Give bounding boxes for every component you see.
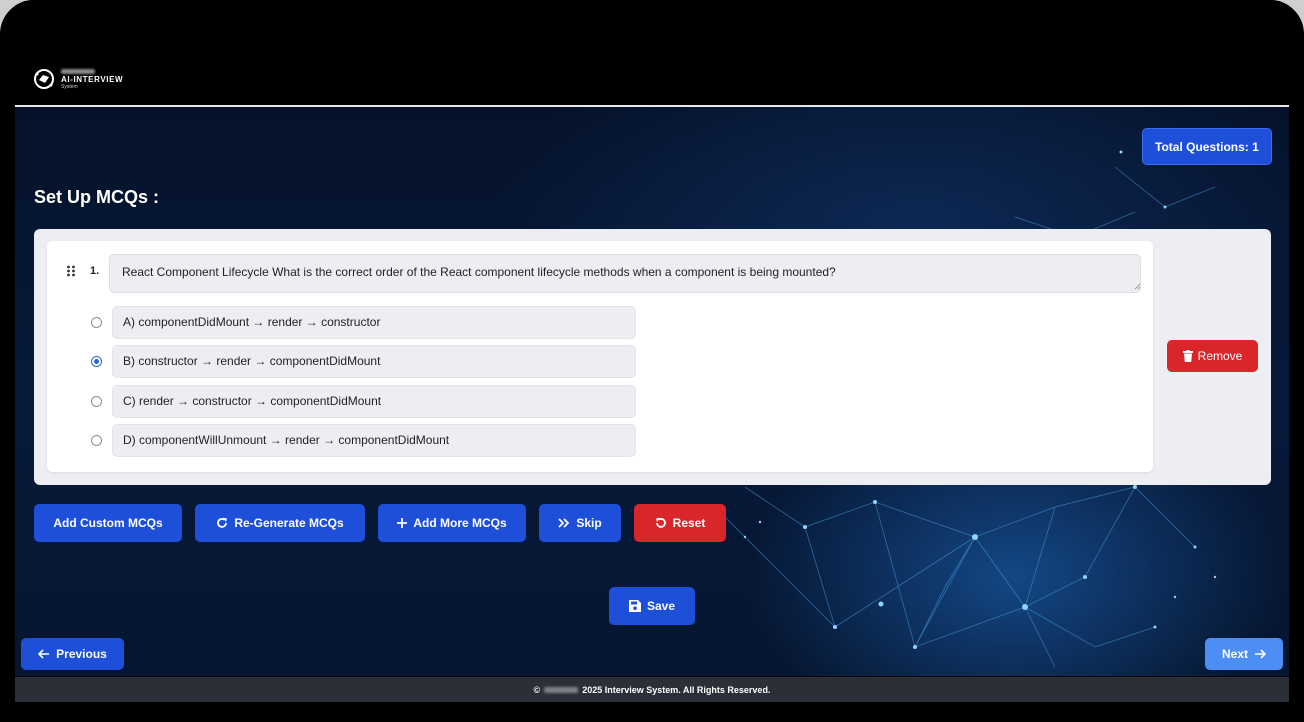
logo-mark-icon [34, 69, 54, 89]
app-logo[interactable]: AI-INTERVIEW System [33, 68, 123, 90]
answer-option-a: A) componentDidMount → render → construc… [91, 306, 637, 339]
option-a-radio[interactable] [91, 317, 102, 328]
add-custom-label: Add Custom MCQs [53, 516, 163, 530]
reset-button[interactable]: Reset [634, 504, 726, 542]
copyright-symbol: © [533, 684, 541, 695]
option-d-radio[interactable] [91, 435, 102, 446]
floppy-disk-icon [628, 600, 641, 612]
trash-icon [1182, 350, 1193, 362]
skip-button[interactable]: Skip [539, 504, 621, 542]
reset-label: Reset [672, 516, 706, 530]
resize-grip-icon[interactable] [1134, 283, 1141, 290]
add-more-label: Add More MCQs [413, 516, 507, 530]
save-label: Save [646, 599, 676, 613]
option-d-input[interactable]: D) componentWillUnmount → render → compo… [112, 424, 636, 457]
device-frame: AI-INTERVIEW System Total Questions: 1 S… [0, 0, 1304, 722]
add-more-mcqs-button[interactable]: Add More MCQs [378, 504, 526, 542]
bottom-bezel [15, 702, 1289, 722]
question-number: 1. [90, 265, 100, 277]
logo-text: AI-INTERVIEW System [61, 68, 124, 90]
footer-blurred-brand [544, 686, 579, 693]
next-label: Next [1221, 647, 1248, 661]
next-button[interactable]: Next [1205, 638, 1283, 670]
mcq-list-panel: 1. React Component Lifecycle What is the… [34, 229, 1271, 485]
redo-icon [217, 517, 228, 528]
drag-handle-icon[interactable] [66, 265, 76, 277]
logo-blurred-brand [61, 68, 95, 74]
option-b-input[interactable]: B) constructor → render → componentDidMo… [112, 345, 636, 378]
option-c-input[interactable]: C) render → constructor → componentDidMo… [112, 385, 636, 418]
regenerate-mcqs-button[interactable]: Re-Generate MCQs [195, 504, 365, 542]
page-footer: © 2025 Interview System. All Rights Rese… [15, 677, 1289, 702]
previous-button[interactable]: Previous [21, 638, 124, 670]
plus-icon [397, 518, 408, 528]
previous-label: Previous [56, 647, 107, 661]
option-b-radio[interactable] [91, 356, 102, 367]
answer-option-d: D) componentWillUnmount → render → compo… [91, 424, 637, 457]
skip-label: Skip [576, 516, 602, 530]
top-navbar: AI-INTERVIEW System [15, 0, 1289, 107]
option-c-radio[interactable] [91, 396, 102, 407]
double-chevron-right-icon [558, 518, 570, 528]
save-button[interactable]: Save [609, 587, 695, 625]
total-questions-badge: Total Questions: 1 [1142, 128, 1272, 165]
answer-option-b: B) constructor → render → componentDidMo… [91, 345, 637, 378]
remove-question-button[interactable]: Remove [1167, 340, 1258, 372]
logo-subtitle: System [61, 83, 78, 90]
mcq-question-card: 1. React Component Lifecycle What is the… [47, 241, 1153, 472]
question-text-input[interactable]: React Component Lifecycle What is the co… [109, 254, 1141, 293]
arrow-left-icon [38, 649, 50, 659]
logo-name: AI-INTERVIEW [61, 74, 124, 84]
add-custom-mcqs-button[interactable]: Add Custom MCQs [34, 504, 182, 542]
option-a-input[interactable]: A) componentDidMount → render → construc… [112, 306, 636, 339]
page-title: Set Up MCQs : [34, 187, 160, 207]
app-screen: AI-INTERVIEW System Total Questions: 1 S… [15, 0, 1289, 722]
remove-button-label: Remove [1197, 349, 1243, 363]
regenerate-label: Re-Generate MCQs [234, 516, 344, 530]
answer-option-c: C) render → constructor → componentDidMo… [91, 385, 637, 418]
arrow-right-icon [1255, 649, 1266, 659]
undo-icon [655, 517, 666, 528]
footer-text: 2025 Interview System. All Rights Reserv… [582, 684, 771, 695]
